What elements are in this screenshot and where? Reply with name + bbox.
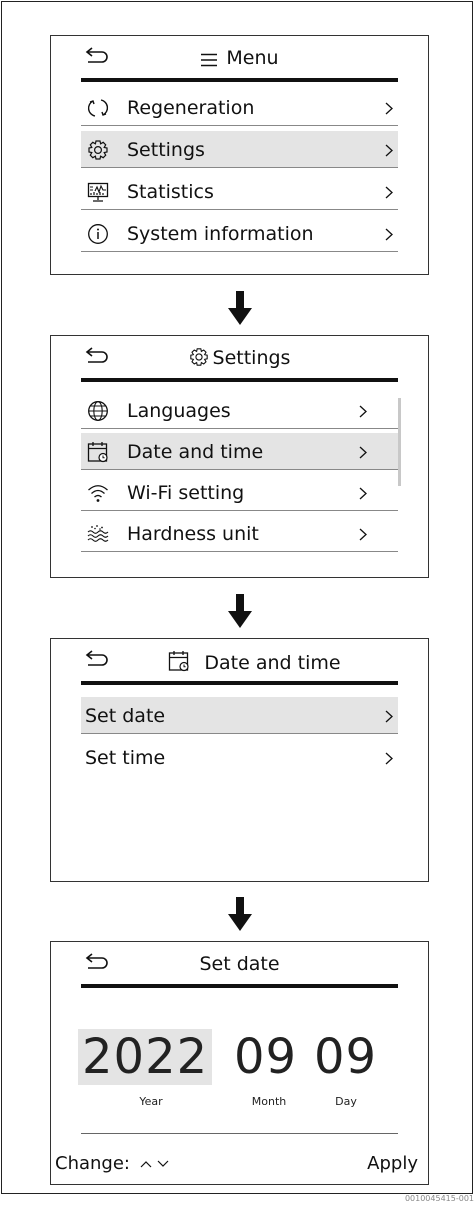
calendar-icon: [87, 442, 108, 463]
chevron-right-icon: [359, 528, 367, 541]
chevron-right-icon: [385, 228, 393, 241]
settings-screen: Settings Languages Date and time Wi-Fi s…: [50, 335, 429, 578]
chevron-right-icon: [385, 144, 393, 157]
month-label: Month: [251, 1095, 287, 1108]
down-arrow-icon: [228, 897, 252, 931]
down-arrow-icon: [228, 291, 252, 325]
set-date-screen: Set date 2022 09 09 Year Month Day Chang…: [50, 941, 429, 1185]
chevron-right-icon: [359, 405, 367, 418]
globe-icon: [88, 401, 108, 421]
screen-header: Menu: [81, 36, 398, 82]
chevron-right-icon: [385, 102, 393, 115]
chevron-right-icon: [385, 186, 393, 199]
menu-item-settings[interactable]: Settings: [81, 131, 398, 168]
footer-divider: [81, 1133, 398, 1134]
gear-icon: [88, 140, 108, 160]
statistics-icon: [87, 182, 109, 202]
page-title-text: Set date: [199, 953, 280, 975]
document-id: 0010045415-001: [404, 1194, 474, 1203]
page-title-text: Date and time: [204, 652, 341, 674]
calendar-icon: [169, 651, 190, 672]
menu-item-system-information[interactable]: System information: [81, 215, 398, 252]
menu-item-set-time[interactable]: Set time: [81, 739, 398, 776]
menu-item-label: Statistics: [127, 181, 214, 203]
apply-button[interactable]: Apply: [367, 1153, 418, 1175]
chevron-right-icon: [359, 487, 367, 500]
menu-item-wifi-setting[interactable]: Wi-Fi setting: [81, 474, 398, 511]
menu-item-hardness-unit[interactable]: Hardness unit: [81, 515, 398, 552]
info-icon: [88, 224, 108, 244]
menu-icon: [201, 53, 218, 67]
menu-item-label: System information: [127, 223, 314, 245]
chevron-right-icon: [385, 710, 393, 723]
menu-item-label: Set date: [85, 705, 166, 727]
hardness-icon: [87, 525, 109, 542]
year-value[interactable]: 2022: [78, 1029, 213, 1085]
menu-item-label: Hardness unit: [127, 523, 259, 545]
screen-header: Settings: [81, 336, 398, 382]
caret-down-icon[interactable]: [157, 1159, 169, 1169]
page-title: Settings: [81, 347, 398, 369]
menu-item-regeneration[interactable]: Regeneration: [81, 89, 398, 126]
month-value[interactable]: 09: [234, 1029, 297, 1085]
day-value[interactable]: 09: [314, 1029, 377, 1085]
menu-item-set-date[interactable]: Set date: [81, 697, 398, 734]
page-title-text: Settings: [212, 347, 291, 369]
day-label: Day: [335, 1095, 357, 1108]
page-title: Menu: [81, 47, 398, 69]
year-label: Year: [139, 1095, 163, 1108]
chevron-right-icon: [359, 446, 367, 459]
chevron-right-icon: [385, 752, 393, 765]
regeneration-icon: [87, 99, 109, 117]
wifi-icon: [88, 485, 108, 502]
screen-header: Date and time: [81, 639, 398, 685]
screen-header: Set date: [81, 942, 398, 988]
gear-icon: [189, 348, 208, 366]
page-title-text: Menu: [226, 47, 279, 69]
menu-item-languages[interactable]: Languages: [81, 392, 398, 429]
caret-up-icon[interactable]: [140, 1159, 152, 1169]
date-and-time-screen: Date and time Set date Set time: [50, 638, 429, 882]
change-label-text: Change:: [55, 1153, 130, 1174]
page-title: Date and time: [81, 650, 398, 674]
down-arrow-icon: [228, 594, 252, 628]
page-title: Set date: [81, 953, 398, 975]
change-label: Change:: [55, 1153, 169, 1175]
scrollbar[interactable]: [398, 398, 401, 486]
menu-item-label: Wi-Fi setting: [127, 482, 245, 504]
menu-screen: Menu Regeneration Settings Statistics Sy…: [50, 35, 429, 275]
menu-item-label: Languages: [127, 400, 231, 422]
menu-item-date-and-time[interactable]: Date and time: [81, 433, 398, 470]
menu-item-label: Settings: [127, 139, 205, 161]
menu-item-label: Set time: [85, 747, 166, 769]
menu-item-label: Date and time: [127, 441, 264, 463]
menu-item-statistics[interactable]: Statistics: [81, 173, 398, 210]
menu-item-label: Regeneration: [127, 97, 255, 119]
